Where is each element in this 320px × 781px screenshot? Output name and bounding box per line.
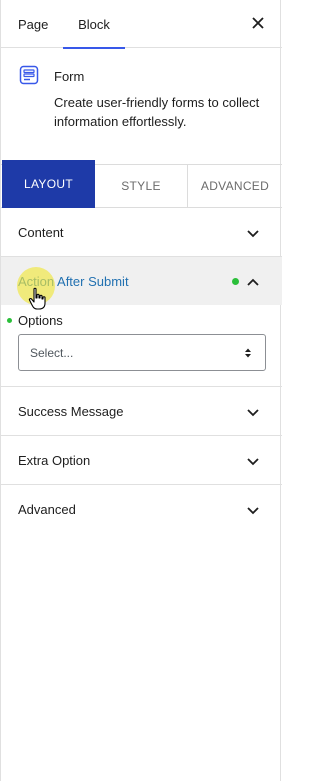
panel-success-message[interactable]: Success Message — [1, 387, 282, 436]
chevron-down-icon — [247, 409, 259, 417]
close-icon[interactable] — [249, 14, 267, 32]
tab-block[interactable]: Block — [63, 0, 125, 49]
block-card: Form Create user-friendly forms to colle… — [1, 48, 282, 164]
settings-tabs: LAYOUT STYLE ADVANCED — [1, 160, 282, 208]
select-arrows-icon — [245, 348, 251, 358]
panel-advanced[interactable]: Advanced — [1, 485, 282, 534]
chevron-down-icon — [247, 458, 259, 466]
tab-block-label: Block — [78, 17, 110, 32]
tab-page[interactable]: Page — [18, 0, 48, 48]
block-title: Form — [54, 69, 85, 84]
hand-cursor-icon — [28, 287, 46, 310]
chevron-up-icon — [247, 278, 259, 286]
options-label: Options — [18, 313, 63, 328]
form-icon — [19, 65, 39, 85]
panel-content-label: Content — [18, 225, 64, 240]
panel-extra-label: Extra Option — [18, 453, 91, 468]
options-select[interactable]: Select... — [18, 334, 266, 371]
block-inspector-panel: Page Block Form Create user-friendly for… — [0, 0, 282, 781]
panel-content[interactable]: Content — [1, 208, 282, 257]
select-value: Select... — [30, 346, 74, 360]
tab-advanced[interactable]: ADVANCED — [188, 164, 282, 208]
tab-style[interactable]: STYLE — [95, 164, 188, 208]
inspector-header: Page Block — [1, 0, 282, 49]
tab-layout[interactable]: LAYOUT — [2, 160, 95, 208]
panel-action-body: Options Select... — [1, 305, 282, 387]
block-description: Create user-friendly forms to collect in… — [54, 95, 260, 129]
status-dot — [232, 278, 239, 285]
panel-advanced-label: Advanced — [18, 502, 76, 517]
chevron-down-icon — [247, 230, 259, 238]
status-dot — [7, 318, 12, 323]
panel-success-label: Success Message — [18, 404, 124, 419]
panel-extra-option[interactable]: Extra Option — [1, 436, 282, 485]
chevron-down-icon — [247, 507, 259, 515]
